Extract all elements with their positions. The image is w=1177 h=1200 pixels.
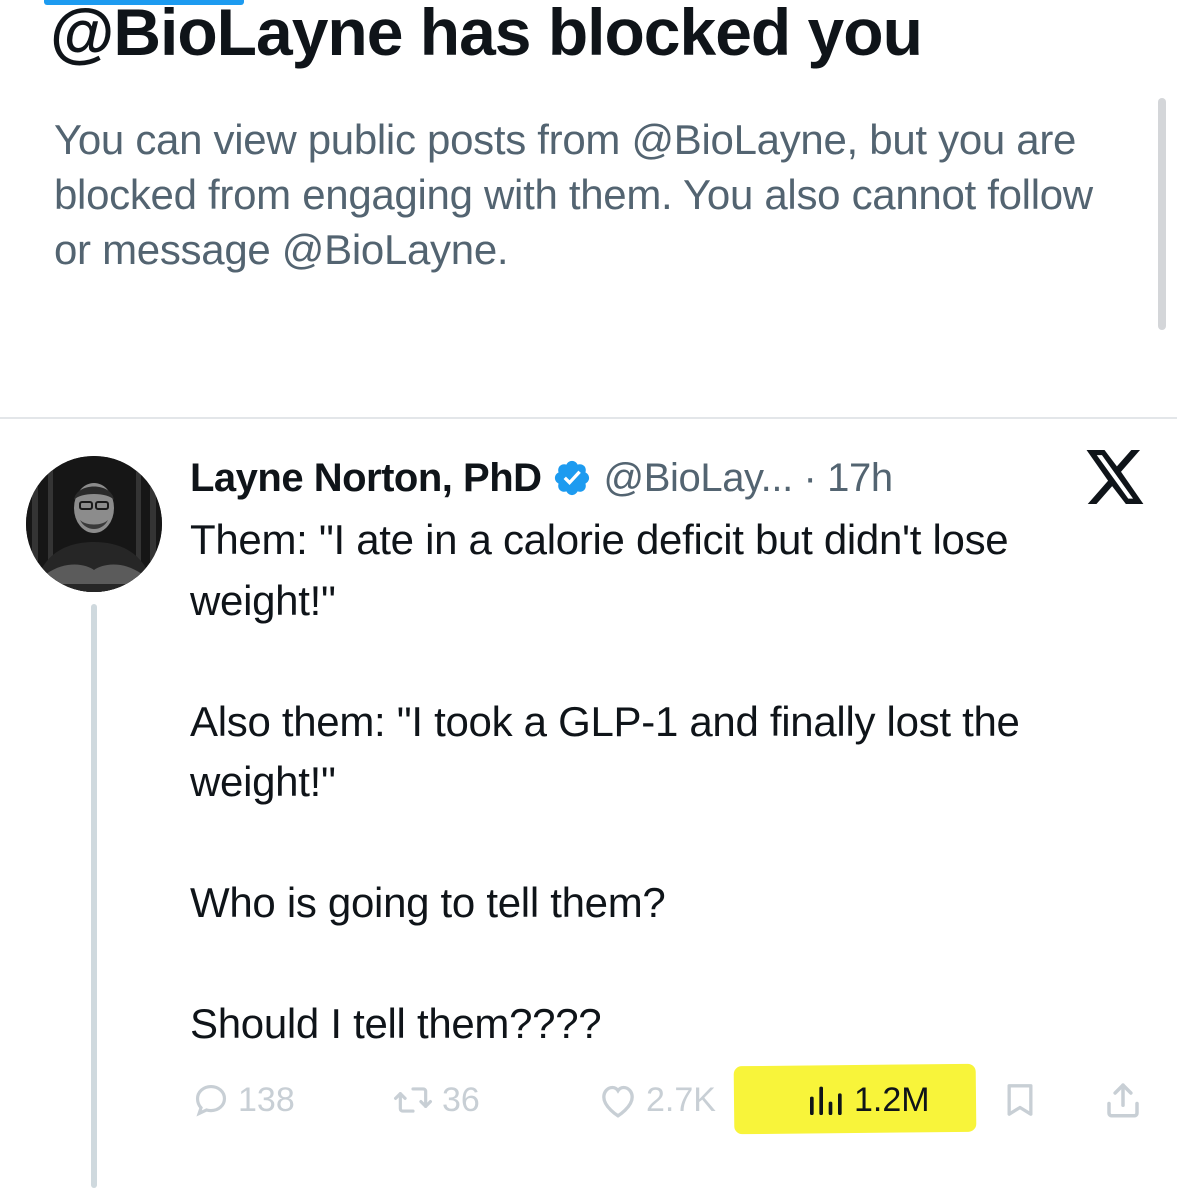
block-notice-title: @BioLayne has blocked you [50,0,923,69]
views-count: 1.2M [854,1080,930,1119]
tweet-paragraph: Also them: "I took a GLP-1 and finally l… [190,697,1020,806]
share-button[interactable] [1102,1078,1144,1122]
repost-button[interactable]: 36 [392,1078,480,1122]
block-notice-description: You can view public posts from @BioLayne… [54,116,1093,273]
views-button[interactable]: 1.2M [804,1078,930,1122]
verified-badge-icon [554,460,589,496]
tweet-paragraph: Them: "I ate in a calorie deficit but di… [190,516,1009,624]
bookmark-icon [1007,1084,1033,1116]
like-count: 2.7K [646,1080,716,1119]
author-name[interactable]: Layne Norton, PhD [190,456,542,501]
heart-icon [602,1085,634,1118]
tweet-paragraph: Should I tell them???? [190,1000,602,1047]
thread-connector-line [91,604,97,1188]
bookmark-button[interactable] [1000,1078,1040,1122]
views-bar-chart-icon [810,1086,842,1115]
reply-count: 138 [238,1080,295,1119]
repost-icon [394,1087,432,1113]
tweet-paragraph: Who is going to tell them? [190,879,666,926]
section-divider [0,417,1177,419]
tweet-body: Them: "I ate in a calorie deficit but di… [190,510,1150,1055]
avatar-portrait [26,456,162,592]
like-button[interactable]: 2.7K [598,1078,716,1122]
repost-count: 36 [442,1080,480,1119]
handle-and-timestamp[interactable]: @BioLay... · 17h [604,456,894,501]
reply-button[interactable]: 138 [192,1078,295,1122]
share-icon [1107,1083,1139,1118]
reply-icon [195,1084,227,1117]
x-logo-icon [1086,450,1144,504]
scrollbar[interactable] [1158,98,1166,330]
avatar[interactable] [26,456,162,592]
tweet-header: Layne Norton, PhD @BioLay... · 17h [190,448,893,508]
